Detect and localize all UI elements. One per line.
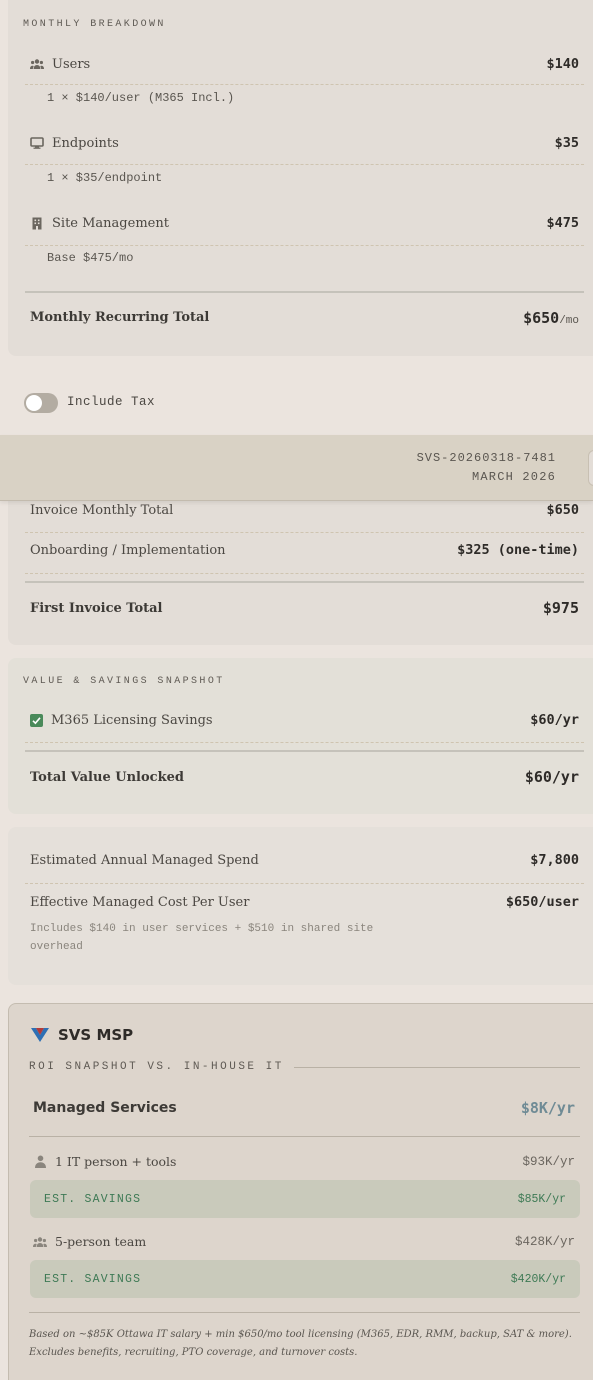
roi-card: SVS MSP ROI SNAPSHOT VS. IN-HOUSE IT Man…: [8, 1003, 593, 1380]
section-title: MONTHLY BREAKDOWN: [23, 19, 166, 30]
annual-spend-card: Estimated Annual Managed Spend $7,800 Ef…: [8, 827, 593, 985]
team-icon: [33, 1235, 47, 1249]
est-savings-banner: EST. SAVINGS $85K/yr: [30, 1180, 580, 1218]
monthly-total-row: Monthly Recurring Total $650/mo: [30, 308, 579, 327]
invoice-header: SVS-20260318-7481 MARCH 2026: [0, 435, 593, 501]
monitor-icon: [30, 136, 44, 150]
divider: [25, 245, 584, 246]
first-invoice-value: $975: [542, 599, 579, 617]
divider: [25, 573, 584, 574]
roi-subtitle-row: ROI SNAPSHOT VS. IN-HOUSE IT: [29, 1061, 580, 1073]
managed-services-value: $8K/yr: [520, 1099, 575, 1117]
site-management-label: Site Management: [52, 215, 169, 231]
team-label: 5-person team: [55, 1234, 147, 1249]
invoice-card: Invoice Monthly Total $650 Onboarding / …: [8, 500, 593, 645]
it-person-label: 1 IT person + tools: [55, 1154, 177, 1169]
include-tax-toggle[interactable]: [24, 393, 58, 413]
invoice-number: SVS-20260318-7481: [416, 451, 556, 465]
est-savings-value: $85K/yr: [517, 1192, 566, 1206]
brand-name: SVS MSP: [58, 1026, 134, 1044]
m365-savings-row: M365 Licensing Savings $60/yr: [30, 712, 579, 728]
annual-spend-label: Estimated Annual Managed Spend: [30, 852, 259, 868]
per-user-note-line: Includes $140 in user services + $510 in…: [30, 923, 374, 935]
site-management-detail: Base $475/mo: [47, 251, 134, 265]
est-savings-banner: EST. SAVINGS $420K/yr: [30, 1260, 580, 1298]
person-icon: [33, 1155, 47, 1169]
per-user-label: Effective Managed Cost Per User: [30, 894, 250, 910]
divider: [25, 164, 584, 165]
invoice-monthly-value: $650: [546, 502, 579, 518]
total-divider: [25, 291, 584, 293]
divider: [25, 883, 584, 884]
endpoints-detail: 1 × $35/endpoint: [47, 171, 163, 185]
users-icon: [30, 57, 44, 71]
est-savings-value: $420K/yr: [510, 1272, 566, 1286]
total-divider: [25, 581, 584, 583]
footnote-line: Based on ~$85K Ottawa IT salary + min $6…: [29, 1329, 572, 1340]
subtitle-rule: [293, 1066, 580, 1068]
endpoints-label: Endpoints: [52, 135, 119, 151]
team-value: $428K/yr: [514, 1234, 575, 1249]
svs-logo-icon: [31, 1027, 49, 1043]
it-person-row: 1 IT person + tools $93K/yr: [33, 1154, 575, 1169]
site-management-value: $475: [546, 215, 579, 231]
managed-services-label: Managed Services: [33, 1100, 177, 1116]
site-management-row: Site Management $475: [30, 215, 579, 231]
divider: [25, 742, 584, 743]
divider: [25, 84, 584, 85]
footnote-line: Excludes benefits, recruiting, PTO cover…: [29, 1347, 358, 1358]
total-value-row: Total Value Unlocked $60/yr: [30, 768, 579, 786]
first-invoice-row: First Invoice Total $975: [30, 599, 579, 617]
team-row: 5-person team $428K/yr: [33, 1234, 575, 1249]
first-invoice-label: First Invoice Total: [30, 600, 163, 616]
onboarding-value: $325 (one-time): [457, 542, 579, 558]
managed-services-row: Managed Services $8K/yr: [33, 1099, 575, 1117]
users-detail: 1 × $140/user (M365 Incl.): [47, 91, 235, 105]
invoice-monthly-label: Invoice Monthly Total: [30, 502, 174, 518]
annual-spend-value: $7,800: [530, 852, 579, 868]
monthly-total-value: $650: [523, 309, 560, 327]
it-person-value: $93K/yr: [522, 1154, 575, 1169]
include-tax-label: Include Tax: [67, 395, 156, 409]
divider: [25, 532, 584, 533]
total-divider: [25, 750, 584, 752]
users-label: Users: [52, 56, 91, 72]
est-savings-label: EST. SAVINGS: [44, 1192, 142, 1206]
divider: [29, 1312, 580, 1313]
est-savings-label: EST. SAVINGS: [44, 1272, 142, 1286]
monthly-total-label: Monthly Recurring Total: [30, 310, 210, 325]
value-savings-card: VALUE & SAVINGS SNAPSHOT M365 Licensing …: [8, 658, 593, 814]
checkbox-checked-icon: [30, 713, 43, 727]
invoice-monthly-row: Invoice Monthly Total $650: [30, 502, 579, 518]
per-user-row: Effective Managed Cost Per User $650/use…: [30, 894, 579, 910]
endpoints-value: $35: [554, 135, 579, 151]
invoice-date: MARCH 2026: [471, 470, 556, 484]
monthly-breakdown-card: MONTHLY BREAKDOWN Users $140 1 × $140/us…: [8, 0, 593, 356]
header-side-tab[interactable]: [588, 450, 593, 486]
roi-footnote: Based on ~$85K Ottawa IT salary + min $6…: [29, 1326, 589, 1362]
onboarding-label: Onboarding / Implementation: [30, 542, 226, 558]
total-value-label: Total Value Unlocked: [30, 769, 184, 785]
users-value: $140: [546, 56, 579, 72]
per-user-note-line: overhead: [30, 941, 83, 953]
divider: [29, 1136, 580, 1137]
endpoints-row: Endpoints $35: [30, 135, 579, 151]
per-user-note: Includes $140 in user services + $510 in…: [30, 920, 373, 956]
m365-savings-value: $60/yr: [530, 712, 579, 728]
users-row: Users $140: [30, 56, 579, 72]
onboarding-row: Onboarding / Implementation $325 (one-ti…: [30, 542, 579, 558]
per-user-value: $650/user: [505, 894, 579, 910]
toggle-knob: [26, 395, 42, 411]
building-icon: [30, 216, 44, 230]
total-value-value: $60/yr: [524, 768, 579, 786]
roi-subtitle: ROI SNAPSHOT VS. IN-HOUSE IT: [29, 1061, 284, 1073]
brand-row: SVS MSP: [31, 1026, 133, 1044]
monthly-total-suffix: /mo: [559, 315, 579, 327]
m365-savings-label: M365 Licensing Savings: [51, 712, 213, 728]
section-title: VALUE & SAVINGS SNAPSHOT: [23, 676, 225, 687]
annual-spend-row: Estimated Annual Managed Spend $7,800: [30, 852, 579, 868]
